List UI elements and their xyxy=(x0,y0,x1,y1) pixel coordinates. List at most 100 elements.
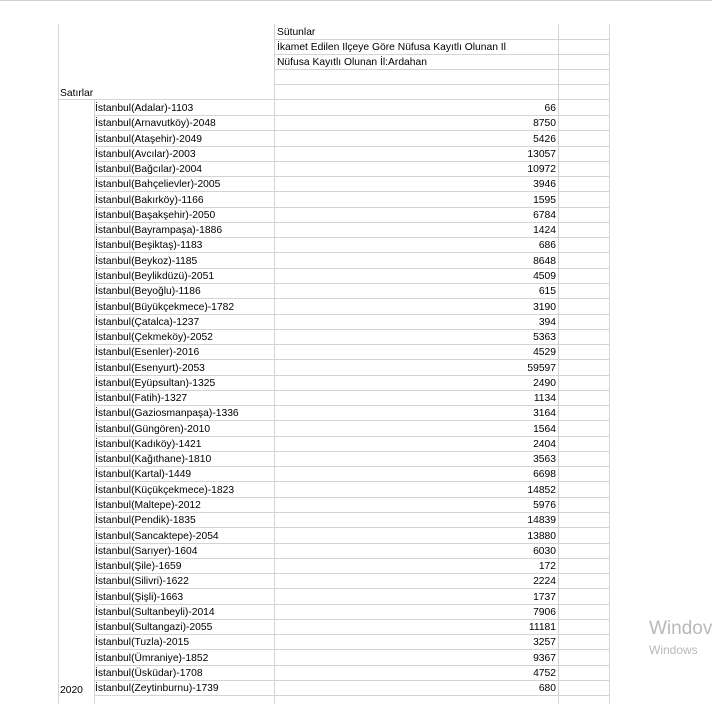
district-name: İstanbul(Sultangazi)-2055 xyxy=(95,622,213,634)
table-row: İstanbul(Küçükçekmece)-1823 14852 xyxy=(58,483,610,498)
population-value: 2490 xyxy=(533,377,556,389)
district-name: İstanbul(Avcılar)-2003 xyxy=(95,148,196,160)
district-name: İstanbul(Güngören)-2010 xyxy=(95,423,211,435)
column-title-line2: Nüfusa Kayıtlı Olunan İl:Ardahan xyxy=(277,57,427,68)
district-name: İstanbul(Şile)-1659 xyxy=(95,561,182,573)
population-value: 4752 xyxy=(533,667,556,679)
table-row: İstanbul(Gaziosmanpaşa)-1336 3164 xyxy=(58,406,610,422)
district-name: İstanbul(Bahçelievler)-2005 xyxy=(95,179,221,191)
window-top-border xyxy=(0,0,712,1)
population-value: 8750 xyxy=(533,118,556,130)
table-row: İstanbul(Kadıköy)-1421 2404 xyxy=(58,437,610,452)
population-value: 3257 xyxy=(533,637,556,649)
table-row: İstanbul(Şişli)-1663 1737 xyxy=(58,590,610,605)
population-value: 7906 xyxy=(533,606,556,618)
district-name: İstanbul(Ataşehir)-2049 xyxy=(95,133,203,145)
table-row: İstanbul(Büyükçekmece)-1782 3190 xyxy=(58,300,610,315)
table-row: İstanbul(Esenler)-2016 4529 xyxy=(58,345,610,361)
district-name: İstanbul(Beylikdüzü)-2051 xyxy=(95,270,215,282)
grid-line xyxy=(274,84,610,85)
district-name: İstanbul(Büyükçekmece)-1782 xyxy=(95,301,235,313)
district-name: İstanbul(Esenyurt)-2053 xyxy=(95,362,205,374)
table-row: İstanbul(Kartal)-1449 6698 xyxy=(58,467,610,483)
population-value: 686 xyxy=(538,240,556,252)
district-name: İstanbul(Gaziosmanpaşa)-1336 xyxy=(95,408,239,420)
population-value: 4529 xyxy=(533,347,556,359)
population-value: 394 xyxy=(538,316,556,328)
table-row: İstanbul(Avcılar)-2003 13057 xyxy=(58,147,610,162)
population-value: 11181 xyxy=(528,622,556,634)
table-row: İstanbul(Güngören)-2010 1564 xyxy=(58,422,610,437)
district-name: İstanbul(Zeytinburnu)-1739 xyxy=(95,683,219,695)
table-row: İstanbul(Çekmeköy)-2052 5363 xyxy=(58,330,610,346)
population-value: 5363 xyxy=(533,332,556,344)
table-row: İstanbul(Ataşehir)-2049 5426 xyxy=(58,132,610,147)
district-name: İstanbul(Arnavutköy)-2048 xyxy=(95,118,216,130)
table-row: İstanbul(Zeytinburnu)-1739 680 xyxy=(58,681,610,697)
table-row: İstanbul(Bakırköy)-1166 1595 xyxy=(58,193,610,208)
population-value: 1737 xyxy=(533,591,556,603)
district-name: İstanbul(Sarıyer)-1604 xyxy=(95,545,198,557)
population-value: 3563 xyxy=(533,454,556,466)
table-row: İstanbul(Başakşehir)-2050 6784 xyxy=(58,208,610,223)
population-value: 5976 xyxy=(533,500,556,512)
district-name: İstanbul(Tuzla)-2015 xyxy=(95,637,190,649)
table-row: İstanbul(Eyüpsultan)-1325 2490 xyxy=(58,376,610,391)
grid-line xyxy=(58,99,610,100)
population-value: 1564 xyxy=(533,423,556,435)
table-row: İstanbul(Fatih)-1327 1134 xyxy=(58,391,610,407)
population-value: 680 xyxy=(538,683,556,695)
district-name: İstanbul(Kadıköy)-1421 xyxy=(95,438,202,450)
district-name: İstanbul(Kartal)-1449 xyxy=(95,469,192,481)
district-name: İstanbul(Maltepe)-2012 xyxy=(95,500,201,512)
table-row: İstanbul(Sancaktepe)-2054 13880 xyxy=(58,529,610,544)
district-name: İstanbul(Başakşehir)-2050 xyxy=(95,209,216,221)
district-name: İstanbul(Üsküdar)-1708 xyxy=(95,667,203,679)
population-value: 6784 xyxy=(533,209,556,221)
population-value: 10972 xyxy=(527,164,556,176)
district-name: İstanbul(Pendik)-1835 xyxy=(95,515,196,527)
population-value: 2224 xyxy=(533,576,556,588)
population-value: 615 xyxy=(538,286,556,298)
column-title-line1: İkamet Edilen Ilçeye Göre Nüfusa Kayıtlı… xyxy=(277,42,506,53)
table-row: İstanbul(Esenyurt)-2053 59597 xyxy=(58,361,610,376)
district-name: İstanbul(Bayrampaşa)-1886 xyxy=(95,225,223,237)
table-row: İstanbul(Beşiktaş)-1183 686 xyxy=(58,238,610,254)
population-value: 1134 xyxy=(533,393,556,405)
table-row: İstanbul(Maltepe)-2012 5976 xyxy=(58,498,610,514)
district-name: İstanbul(Küçükçekmece)-1823 xyxy=(95,484,235,496)
table-row: İstanbul(Kağıthane)-1810 3563 xyxy=(58,452,610,468)
activation-watermark-subtitle: Windows xyxy=(649,643,698,657)
population-value: 3164 xyxy=(533,408,556,420)
district-name: İstanbul(Bakırköy)-1166 xyxy=(95,194,204,206)
population-value: 172 xyxy=(538,561,556,573)
table-row: İstanbul(Sarıyer)-1604 6030 xyxy=(58,544,610,559)
population-value: 8648 xyxy=(533,255,556,267)
population-value: 2404 xyxy=(533,438,556,450)
population-value: 6030 xyxy=(533,545,556,557)
population-value: 9367 xyxy=(533,652,556,664)
table-row: İstanbul(Üsküdar)-1708 4752 xyxy=(58,666,610,681)
table-row: İstanbul(Çatalca)-1237 394 xyxy=(58,315,610,330)
district-name: İstanbul(Şişli)-1663 xyxy=(95,591,184,603)
rows-label: Satırlar xyxy=(60,88,94,99)
table-row: İstanbul(Şile)-1659 172 xyxy=(58,559,610,575)
table-row: İstanbul(Adalar)-1103 66 xyxy=(58,101,610,116)
district-name: İstanbul(Çatalca)-1237 xyxy=(95,316,200,328)
population-value: 66 xyxy=(544,103,556,114)
pivot-table: Sütunlar İkamet Edilen Ilçeye Göre Nüfus… xyxy=(58,24,610,704)
table-row: İstanbul(Bayrampaşa)-1886 1424 xyxy=(58,223,610,239)
population-value: 1424 xyxy=(533,225,556,237)
population-value: 13057 xyxy=(527,148,556,160)
district-name: İstanbul(Fatih)-1327 xyxy=(95,393,188,405)
columns-label: Sütunlar xyxy=(277,27,316,38)
population-value: 3190 xyxy=(533,301,556,313)
population-value: 3946 xyxy=(533,179,556,191)
population-value: 13880 xyxy=(527,530,556,542)
district-name: İstanbul(Esenler)-2016 xyxy=(95,347,200,359)
table-row: İstanbul(Ümraniye)-1852 9367 xyxy=(58,651,610,666)
population-value: 6698 xyxy=(533,469,556,481)
activation-watermark-title: Windov xyxy=(649,618,712,639)
district-name: İstanbul(Adalar)-1103 xyxy=(95,103,194,114)
table-row: İstanbul(Beylikdüzü)-2051 4509 xyxy=(58,269,610,284)
